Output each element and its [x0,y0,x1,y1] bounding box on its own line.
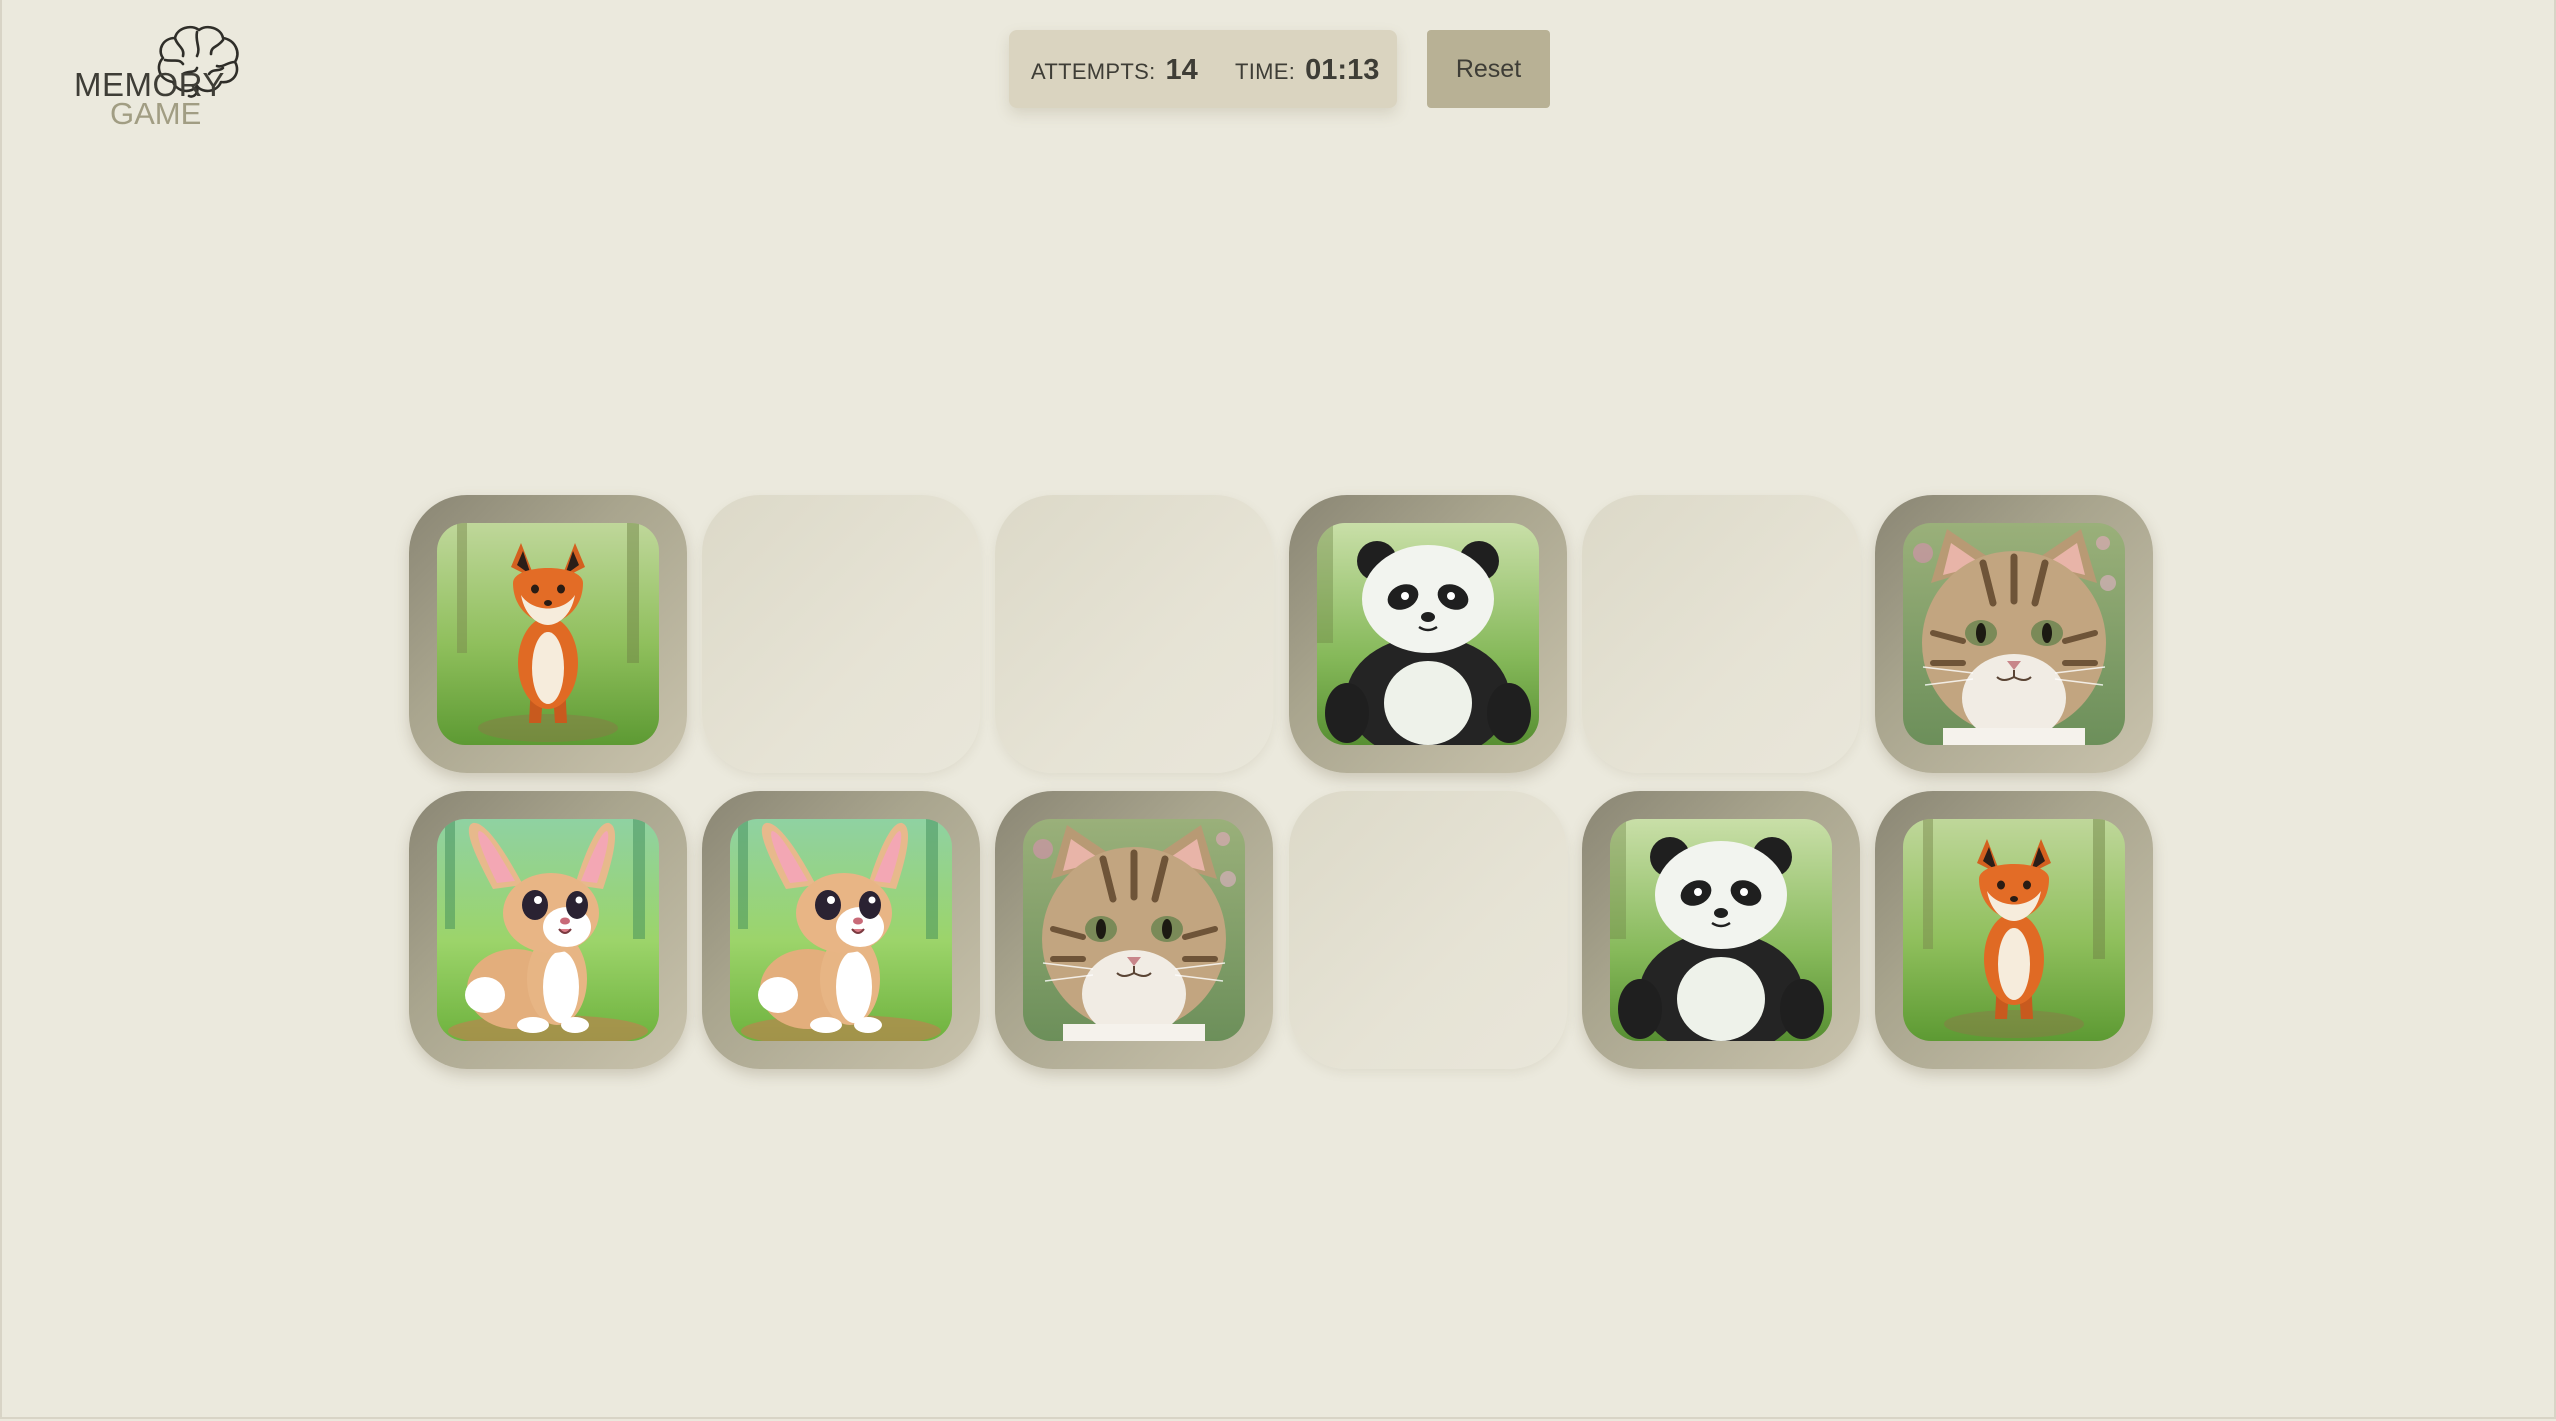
attempts-value: 14 [1165,54,1198,86]
logo-subtitle: GAME [110,96,202,131]
rabbit-image [437,819,659,1041]
card-r2-c5[interactable] [1582,791,1860,1069]
card-r2-c2[interactable] [702,791,980,1069]
panda-picture [1317,523,1539,745]
rabbit-picture [730,819,952,1041]
card-r2-c3[interactable] [995,791,1273,1069]
card-r2-c6[interactable] [1875,791,2153,1069]
card-grid [409,495,2153,1069]
panda-image [1317,523,1539,745]
time-label: TIME: [1235,59,1296,84]
rabbit-picture [437,819,659,1041]
attempts-counter: ATTEMPTS: 14 [1031,54,1198,87]
card-r2-c4[interactable] [1289,791,1567,1069]
card-r1-c5[interactable] [1582,495,1860,773]
stats-panel: ATTEMPTS: 14 TIME: 01:13 [1009,30,1397,108]
card-r1-c6[interactable] [1875,495,2153,773]
memory-game-logo: MEMORY GAME [74,22,274,132]
fox-picture [1903,819,2125,1041]
card-r1-c3[interactable] [995,495,1273,773]
panda-picture [1610,819,1832,1041]
timer: TIME: 01:13 [1235,54,1379,87]
game-screen: MEMORY GAME ATTEMPTS: 14 TIME: 01:13 Res… [0,0,2556,1419]
card-r1-c4[interactable] [1289,495,1567,773]
time-value: 01:13 [1305,54,1380,86]
fox-image [1903,819,2125,1041]
card-r2-c1[interactable] [409,791,687,1069]
panda-image [1610,819,1832,1041]
cat-picture [1023,819,1245,1041]
fox-image [437,523,659,745]
card-r1-c1[interactable] [409,495,687,773]
cat-image [1023,819,1245,1041]
reset-button[interactable]: Reset [1427,30,1550,108]
rabbit-image [730,819,952,1041]
cat-picture [1903,523,2125,745]
card-r1-c2[interactable] [702,495,980,773]
attempts-label: ATTEMPTS: [1031,59,1156,84]
fox-picture [437,523,659,745]
cat-image [1903,523,2125,745]
